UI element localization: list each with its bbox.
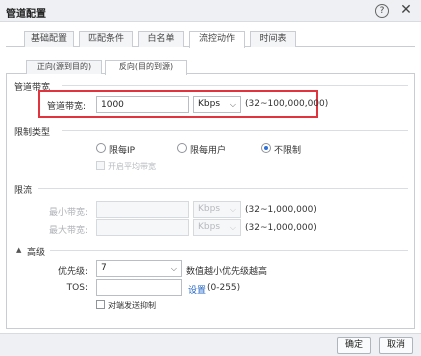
avg-bandwidth-checkbox[interactable] — [96, 161, 105, 170]
title-bar: 管道配置 ? ✕ — [0, 0, 421, 22]
chevron-down-icon: ⌵ — [170, 264, 177, 273]
suppress-send-checkbox[interactable] — [96, 300, 105, 309]
chevron-down-icon: ⌵ — [229, 205, 236, 214]
priority-select[interactable]: 7 ⌵ — [96, 260, 182, 277]
radio-per-ip-label: 限每IP — [109, 146, 136, 156]
min-bandwidth-label: 最小带宽: — [48, 208, 88, 218]
bandwidth-unit-value: Kbps — [198, 99, 221, 109]
ok-button[interactable]: 确定 — [337, 337, 371, 354]
priority-value: 7 — [101, 263, 107, 273]
priority-hint: 数值越小优先级越高 — [186, 267, 268, 277]
tos-input[interactable] — [96, 279, 182, 296]
priority-label: 优先级: — [57, 267, 88, 277]
bandwidth-input[interactable] — [96, 96, 189, 113]
direction-tab-bar: 正向(源到目的) 反向(目的到源) — [6, 60, 415, 75]
tos-label: TOS: — [66, 283, 88, 293]
min-bandwidth-unit-select[interactable]: Kbps ⌵ — [193, 201, 241, 218]
section-divider — [62, 85, 408, 86]
radio-no-limit-label: 不限制 — [274, 146, 302, 156]
max-bandwidth-range-hint: (32~1,000,000) — [245, 223, 317, 233]
collapse-triangle-icon[interactable]: ▲ — [16, 246, 21, 254]
min-bandwidth-range-hint: (32~1,000,000) — [245, 205, 317, 215]
tab-flow-control-action[interactable]: 流控动作 — [189, 31, 245, 48]
max-unit-value: Kbps — [198, 222, 221, 232]
section-divider — [50, 250, 408, 251]
max-bandwidth-input[interactable] — [96, 219, 189, 236]
rate-limit-section-title: 限流 — [14, 186, 33, 196]
section-divider — [62, 130, 408, 131]
radio-per-ip[interactable] — [96, 143, 106, 153]
min-bandwidth-input[interactable] — [96, 201, 189, 218]
tab-whitelist[interactable]: 白名单 — [138, 31, 184, 47]
avg-bandwidth-label: 开启平均带宽 — [108, 162, 156, 171]
tab-basic-config[interactable]: 基础配置 — [24, 31, 74, 47]
main-tab-bar: 基础配置 匹配条件 白名单 流控动作 时间表 — [6, 31, 415, 48]
chevron-down-icon: ⌵ — [229, 223, 236, 232]
dialog-footer: 确定 取消 — [0, 333, 421, 356]
section-divider — [38, 188, 408, 189]
tos-range-hint: (0-255) — [207, 283, 241, 293]
bandwidth-range-hint: (32~100,000,000) — [245, 99, 329, 109]
tos-settings-link[interactable]: 设置 — [188, 283, 206, 296]
advanced-section-title[interactable]: 高级 — [27, 245, 45, 258]
subtab-reverse[interactable]: 反向(目的到源) — [105, 60, 187, 75]
radio-per-user[interactable] — [177, 143, 187, 153]
help-icon[interactable]: ? — [375, 4, 389, 18]
close-icon[interactable]: ✕ — [398, 2, 414, 18]
bandwidth-unit-select[interactable]: Kbps ⌵ — [193, 96, 241, 113]
radio-no-limit[interactable] — [261, 143, 271, 153]
min-unit-value: Kbps — [198, 204, 221, 214]
max-bandwidth-label: 最大带宽: — [48, 226, 88, 236]
limit-type-section-title: 限制类型 — [14, 128, 51, 138]
cancel-button[interactable]: 取消 — [379, 337, 413, 354]
tab-match-conditions[interactable]: 匹配条件 — [79, 31, 133, 47]
chevron-down-icon: ⌵ — [229, 100, 236, 109]
subtab-forward[interactable]: 正向(源到目的) — [26, 60, 102, 74]
radio-per-user-label: 限每用户 — [190, 146, 227, 156]
dialog-title: 管道配置 — [6, 9, 46, 20]
suppress-send-label: 对端发送抑制 — [108, 301, 156, 310]
bandwidth-label: 管道带宽: — [46, 102, 86, 112]
tab-schedule[interactable]: 时间表 — [250, 31, 296, 47]
max-bandwidth-unit-select[interactable]: Kbps ⌵ — [193, 219, 241, 236]
